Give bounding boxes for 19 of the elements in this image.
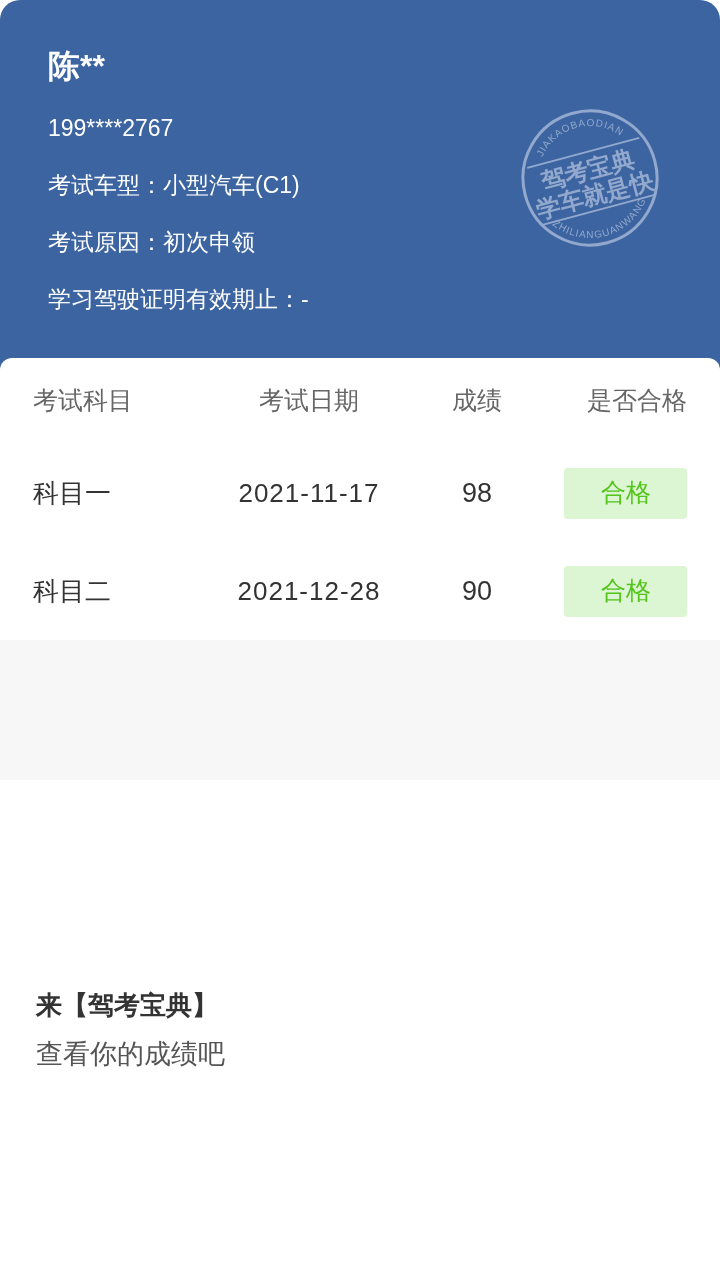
table-cell: 90 (461, 575, 492, 606)
table-cell: 2021-11-17 (238, 477, 380, 508)
table-cell: 98 (461, 477, 492, 508)
column-header: 是否合格 (587, 386, 687, 415)
table-cell: 科目二 (33, 575, 111, 606)
column-header: 成绩 (452, 386, 502, 415)
promo-title: 来【驾考宝典】 (36, 989, 218, 1022)
profile-detail: 考试原因：初次申领 (48, 228, 255, 257)
table-cell: 2021-12-28 (237, 575, 381, 606)
profile-detail: 学习驾驶证明有效期止：- (48, 285, 309, 314)
profile-detail: 考试车型：小型汽车(C1) (48, 171, 300, 200)
phone-number: 199****2767 (48, 114, 174, 143)
promo-subtitle: 查看你的成绩吧 (36, 1038, 225, 1071)
result-tag: 合格 (564, 565, 687, 617)
result-tag: 合格 (564, 467, 687, 519)
user-name: 陈** (48, 47, 105, 86)
column-header: 考试科目 (33, 386, 133, 415)
column-header: 考试日期 (259, 386, 359, 415)
table-cell: 科目一 (33, 477, 111, 508)
